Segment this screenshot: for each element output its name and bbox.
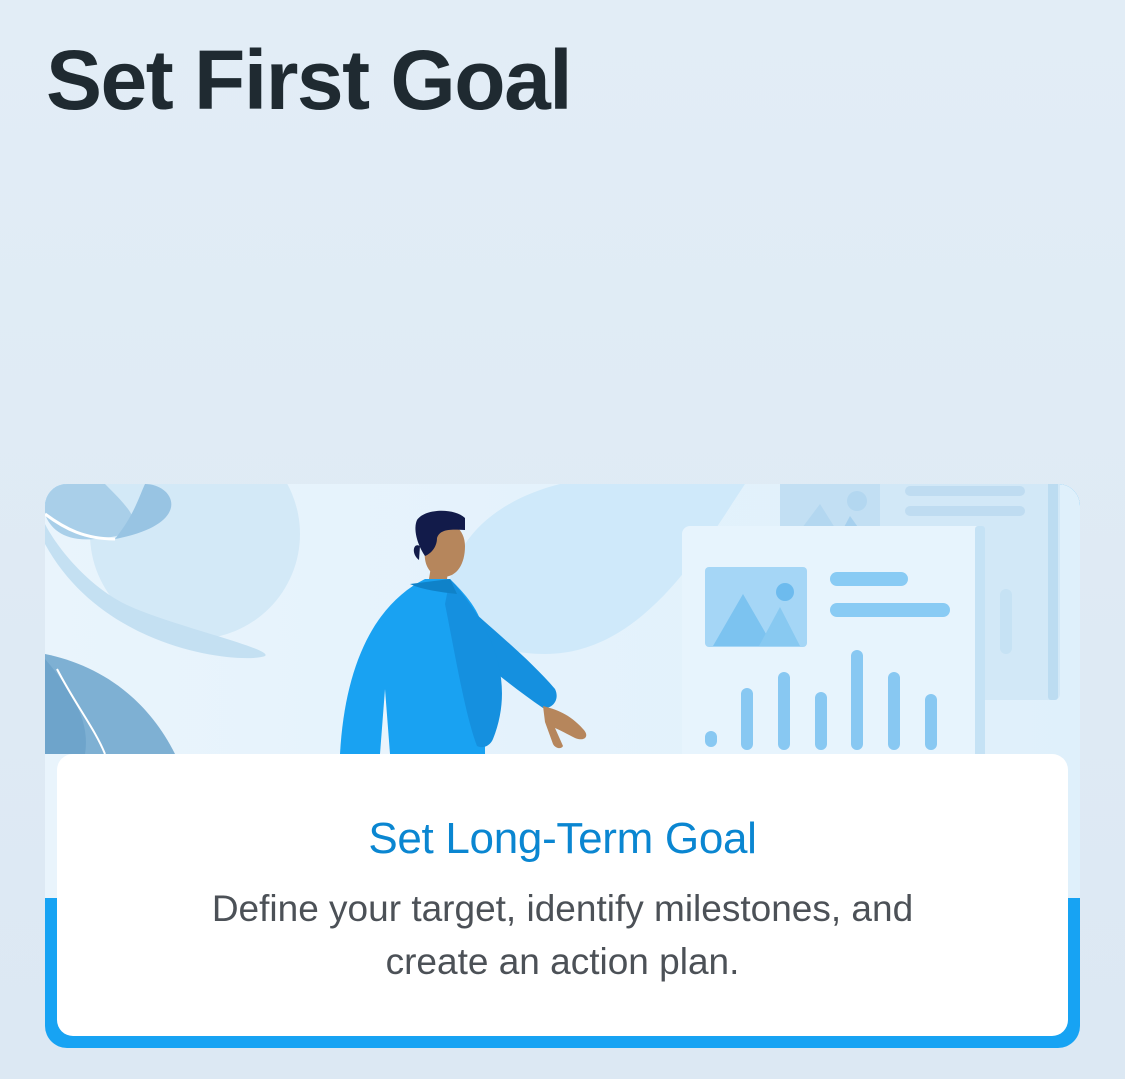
- card-title[interactable]: Set Long-Term Goal: [57, 754, 1068, 864]
- card-content[interactable]: Set Long-Term Goal Define your target, i…: [57, 754, 1068, 1036]
- page-title: Set First Goal: [46, 33, 573, 127]
- set-long-term-goal-card[interactable]: Set Long-Term Goal Define your target, i…: [45, 484, 1080, 1048]
- image-placeholder-icon: [705, 567, 807, 647]
- card-description: Define your target, identify milestones,…: [211, 888, 914, 982]
